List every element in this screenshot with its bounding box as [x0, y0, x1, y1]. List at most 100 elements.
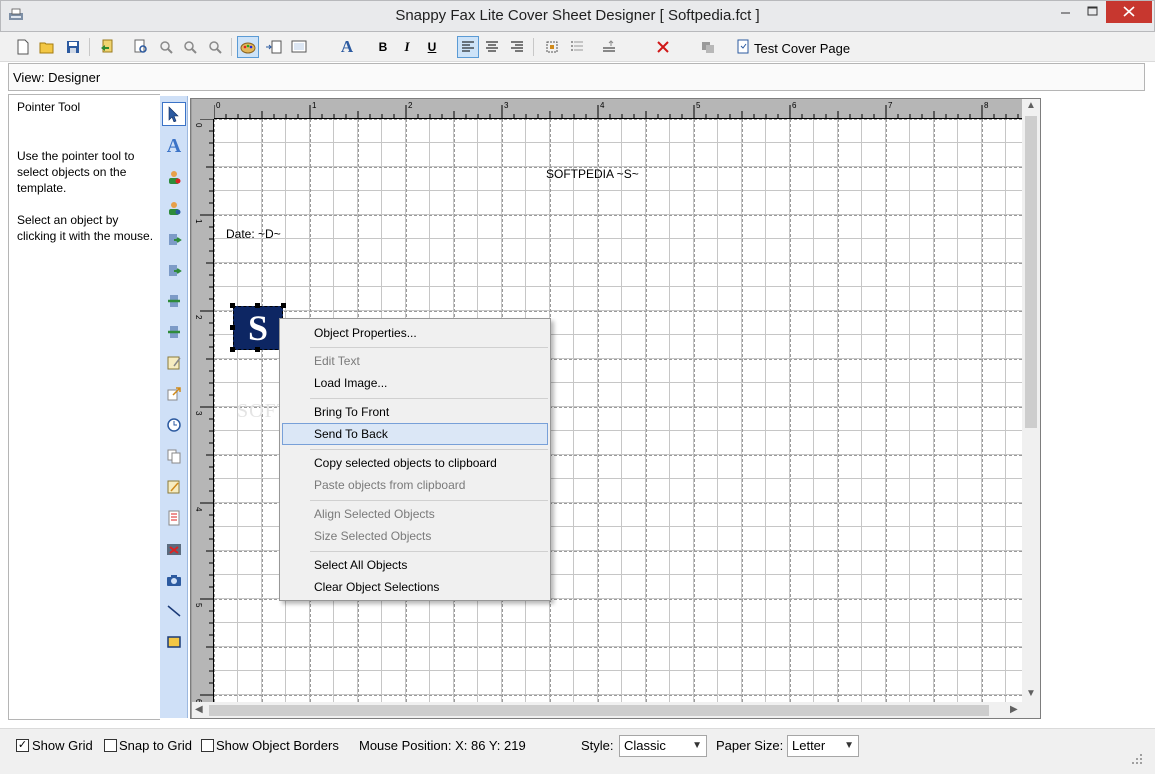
zoom-out-icon[interactable] — [179, 36, 201, 58]
resize-handle[interactable] — [230, 347, 235, 352]
resize-handle[interactable] — [230, 325, 235, 330]
align-right-icon[interactable] — [506, 36, 528, 58]
palette-icon[interactable] — [237, 36, 259, 58]
rectangle-icon[interactable] — [162, 630, 186, 654]
resize-grip-icon[interactable] — [1130, 752, 1144, 766]
snap-to-grid-label[interactable]: Snap to Grid — [119, 738, 192, 753]
scroll-left-icon[interactable]: ◀ — [195, 704, 203, 715]
phone-from-icon[interactable] — [162, 320, 186, 344]
menu-item-object-properties[interactable]: Object Properties... — [282, 322, 548, 344]
menu-item-select-all[interactable]: Select All Objects — [282, 554, 548, 576]
sender-icon[interactable] — [162, 196, 186, 220]
comments-icon[interactable] — [162, 475, 186, 499]
paper-size-label: Paper Size: — [716, 738, 784, 753]
new-icon[interactable] — [12, 36, 34, 58]
menu-item-edit-text: Edit Text — [314, 354, 360, 368]
resize-handle[interactable] — [255, 303, 260, 308]
camera-icon[interactable] — [162, 568, 186, 592]
save-icon[interactable] — [62, 36, 84, 58]
ruler-label: 5 — [696, 101, 701, 110]
menu-item-clear-selections[interactable]: Clear Object Selections — [282, 576, 548, 598]
zoom-fit-icon[interactable] — [204, 36, 226, 58]
underline-icon[interactable]: U — [421, 36, 443, 58]
font-icon[interactable]: A — [336, 36, 358, 58]
delete-icon[interactable] — [652, 36, 674, 58]
menu-item-size-selected: Size Selected Objects — [314, 529, 432, 543]
resize-handle[interactable] — [230, 303, 235, 308]
image-icon[interactable] — [162, 537, 186, 561]
maximize-button[interactable] — [1079, 1, 1106, 23]
logo-image-object[interactable]: S — [233, 306, 283, 350]
chevron-down-icon: ▼ — [844, 740, 854, 751]
paper-size-dropdown[interactable]: Letter ▼ — [787, 735, 859, 757]
view-label: View: Designer — [13, 70, 101, 85]
date-text-field[interactable]: Date: ~D~ — [226, 227, 281, 241]
resize-handle[interactable] — [281, 303, 286, 308]
horizontal-scroll-thumb[interactable] — [209, 705, 989, 716]
preview-icon[interactable] — [288, 36, 310, 58]
menu-item-load-image[interactable]: Load Image... — [282, 372, 548, 394]
fax-from-icon[interactable] — [162, 258, 186, 282]
style-icon[interactable] — [598, 36, 620, 58]
test-cover-page-button[interactable]: Test Cover Page — [754, 41, 850, 56]
close-button[interactable] — [1106, 1, 1152, 23]
ruler-label: 4 — [600, 101, 605, 110]
scroll-down-icon[interactable]: ▼ — [1026, 688, 1036, 699]
ruler-label: 7 — [888, 101, 893, 110]
select-all-icon[interactable] — [541, 36, 563, 58]
page-layout-icon[interactable] — [263, 36, 285, 58]
checklist-icon[interactable] — [162, 506, 186, 530]
align-left-icon[interactable] — [457, 36, 479, 58]
print-preview-icon[interactable] — [130, 36, 152, 58]
line-icon[interactable] — [162, 599, 186, 623]
copy-icon[interactable] — [697, 36, 719, 58]
menu-item-bring-to-front[interactable]: Bring To Front — [282, 401, 548, 423]
pointer-icon[interactable] — [162, 102, 186, 126]
pages-icon[interactable] — [162, 444, 186, 468]
toolbar: A B I U Test Cover Page — [0, 32, 1155, 62]
subject-icon[interactable] — [162, 382, 186, 406]
menu-item-copy-to-clipboard[interactable]: Copy selected objects to clipboard — [282, 452, 548, 474]
fax-to-icon[interactable] — [162, 227, 186, 251]
recipient-icon[interactable] — [162, 165, 186, 189]
ruler-label: 0 — [216, 101, 221, 110]
list-icon[interactable] — [566, 36, 588, 58]
ruler-label: 5 — [194, 603, 203, 608]
show-object-borders-label[interactable]: Show Object Borders — [216, 738, 339, 753]
scroll-right-icon[interactable]: ▶ — [1010, 704, 1018, 715]
style-dropdown[interactable]: Classic ▼ — [619, 735, 707, 757]
zoom-in-icon[interactable] — [155, 36, 177, 58]
notes-icon[interactable] — [162, 351, 186, 375]
ruler-label: 1 — [194, 219, 203, 224]
ruler-label: 3 — [504, 101, 509, 110]
scroll-up-icon[interactable]: ▲ — [1026, 100, 1036, 111]
snap-to-grid-checkbox[interactable] — [104, 739, 117, 752]
logo-letter: S — [247, 308, 269, 348]
softpedia-text-field[interactable]: SOFTPEDIA ~S~ — [546, 167, 639, 181]
show-grid-checkbox[interactable]: ✓ — [16, 739, 29, 752]
resize-handle[interactable] — [255, 347, 260, 352]
italic-icon[interactable]: I — [396, 36, 418, 58]
bold-icon[interactable]: B — [372, 36, 394, 58]
scroll-corner — [1022, 702, 1040, 718]
horizontal-ruler: 0 1 2 3 4 5 6 7 8 — [192, 99, 1022, 119]
menu-item-send-to-back[interactable]: Send To Back — [282, 423, 548, 445]
style-value: Classic — [624, 738, 666, 753]
align-center-icon[interactable] — [481, 36, 503, 58]
paper-size-value: Letter — [792, 738, 826, 753]
test-page-icon[interactable] — [732, 36, 754, 58]
clock-icon[interactable] — [162, 413, 186, 437]
show-grid-label[interactable]: Show Grid — [32, 738, 93, 753]
show-object-borders-checkbox[interactable] — [201, 739, 214, 752]
ruler-label: 2 — [194, 315, 203, 320]
ruler-label: 8 — [984, 101, 989, 110]
menu-item-align-selected: Align Selected Objects — [314, 507, 435, 521]
vertical-ruler: 0123456 — [192, 99, 214, 704]
import-icon[interactable] — [96, 36, 118, 58]
ruler-label: 1 — [312, 101, 317, 110]
minimize-button[interactable] — [1052, 1, 1079, 23]
open-icon[interactable] — [36, 36, 58, 58]
phone-to-icon[interactable] — [162, 289, 186, 313]
vertical-scroll-thumb[interactable] — [1025, 116, 1037, 428]
text-icon[interactable]: A — [162, 134, 186, 158]
